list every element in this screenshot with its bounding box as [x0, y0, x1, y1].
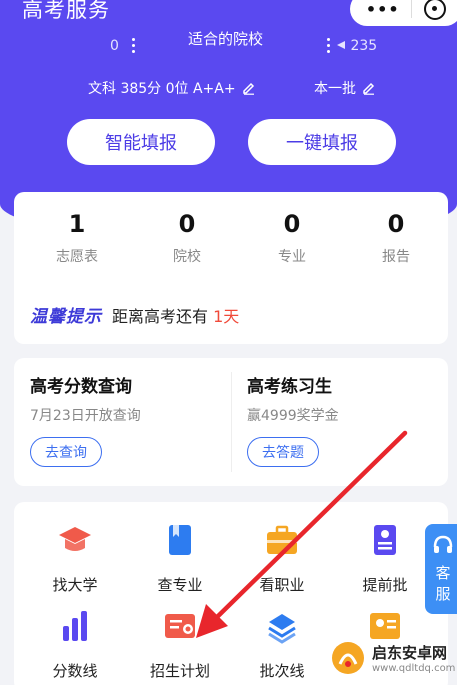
service-label-2: 服: [435, 585, 451, 603]
page-title: 高考服务: [22, 0, 110, 22]
capsule-divider: [411, 0, 413, 18]
go-answer-button[interactable]: 去答题: [247, 437, 319, 467]
graduation-cap-icon: [59, 527, 91, 551]
grid-label: 查专业: [157, 576, 203, 594]
stat-value: 0: [178, 210, 196, 238]
stat-colleges[interactable]: 0 院校: [142, 210, 232, 266]
edit-icon: [363, 82, 375, 95]
stat-volunteer-table[interactable]: 1 志愿表: [32, 210, 122, 266]
stat-label: 专业: [278, 249, 306, 265]
summary-row: 0 适合的院校 235: [0, 30, 457, 60]
profile-card-icon: [370, 613, 400, 639]
go-query-button[interactable]: 去查询: [30, 437, 102, 467]
batch-info[interactable]: 本一批: [314, 78, 376, 98]
bar-chart-icon: [63, 611, 87, 641]
stats-card: 1 志愿表 0 院校 0 专业 0 报告 温馨提示 距离高考还有 1天: [14, 192, 448, 344]
service-label-1: 客: [435, 564, 451, 582]
score-query-title: 高考分数查询: [30, 377, 132, 397]
stat-label: 报告: [382, 249, 410, 265]
grid-label: 招生计划: [149, 662, 210, 680]
right-count: 235: [336, 38, 377, 54]
score-query-panel: 高考分数查询 7月23日开放查询 去查询: [30, 372, 141, 467]
watermark-name: 启东安卓网: [372, 644, 448, 662]
score-line-item[interactable]: 分数线: [30, 608, 120, 681]
more-menu-button[interactable]: •••: [366, 0, 400, 19]
view-career-item[interactable]: 看职业: [237, 522, 327, 595]
practice-panel: 高考练习生 赢4999奖学金 去答题: [247, 372, 339, 467]
score-info[interactable]: 文科 385分 0位 A+A+: [88, 78, 256, 98]
batch-text: 本一批: [314, 81, 356, 97]
more-dots-icon[interactable]: [132, 38, 136, 54]
one-click-fill-button[interactable]: 一键填报: [248, 119, 396, 165]
tip-days: 1天: [213, 306, 240, 326]
close-icon[interactable]: [424, 0, 447, 20]
score-query-sub: 7月23日开放查询: [30, 408, 141, 424]
grid-label: 批次线: [259, 662, 305, 680]
stat-label: 院校: [173, 249, 201, 265]
watermark: 启东安卓网 www.qdltdq.com: [330, 640, 455, 676]
stat-value: 0: [387, 210, 405, 238]
watermark-logo-icon: [332, 642, 364, 674]
right-count-value: 235: [350, 38, 378, 54]
check-major-item[interactable]: 查专业: [135, 522, 225, 595]
tip-text: 距离高考还有 1天: [112, 303, 239, 327]
enrollment-plan-item[interactable]: 招生计划: [135, 608, 225, 681]
left-count: 0: [110, 38, 119, 54]
practice-title: 高考练习生: [247, 377, 332, 397]
tip-label: 距离高考还有: [112, 306, 209, 326]
stat-reports[interactable]: 0 报告: [351, 210, 441, 266]
edit-icon: [242, 82, 254, 95]
grid-label: 提前批: [362, 576, 408, 594]
countdown-tip: 温馨提示 距离高考还有 1天: [30, 302, 239, 328]
plan-card-icon: [165, 614, 195, 638]
triangle-left-icon: [337, 41, 345, 49]
stat-value: 1: [68, 210, 86, 238]
layers-icon: [268, 614, 296, 644]
batch-line-item[interactable]: 批次线: [237, 608, 327, 681]
summary-title: 适合的院校: [188, 30, 264, 48]
more-dots-icon[interactable]: [327, 38, 331, 54]
tip-badge: 温馨提示: [30, 307, 102, 327]
stat-value: 0: [283, 210, 301, 238]
stat-majors[interactable]: 0 专业: [247, 210, 337, 266]
watermark-text: 启东安卓网 www.qdltdq.com: [372, 642, 455, 674]
practice-sub: 赢4999奖学金: [247, 408, 339, 424]
divider: [231, 372, 232, 472]
scroll-icon: [374, 525, 396, 555]
query-card: 高考分数查询 7月23日开放查询 去查询 高考练习生 赢4999奖学金 去答题: [14, 358, 448, 486]
score-text: 文科 385分 0位 A+A+: [88, 81, 236, 97]
briefcase-icon: [267, 525, 297, 554]
mini-program-capsule: •••: [350, 0, 457, 26]
headset-icon: [433, 535, 453, 553]
find-university-item[interactable]: 找大学: [30, 522, 120, 595]
grid-label: 分数线: [52, 662, 98, 680]
grid-label: 看职业: [259, 576, 305, 594]
watermark-url: www.qdltdq.com: [372, 663, 456, 674]
early-batch-item[interactable]: 提前批: [340, 522, 430, 595]
smart-fill-button[interactable]: 智能填报: [67, 119, 215, 165]
book-icon: [169, 525, 191, 555]
stat-label: 志愿表: [56, 249, 98, 265]
grid-label: 找大学: [52, 576, 98, 594]
customer-service-button[interactable]: 客 服: [425, 524, 457, 614]
